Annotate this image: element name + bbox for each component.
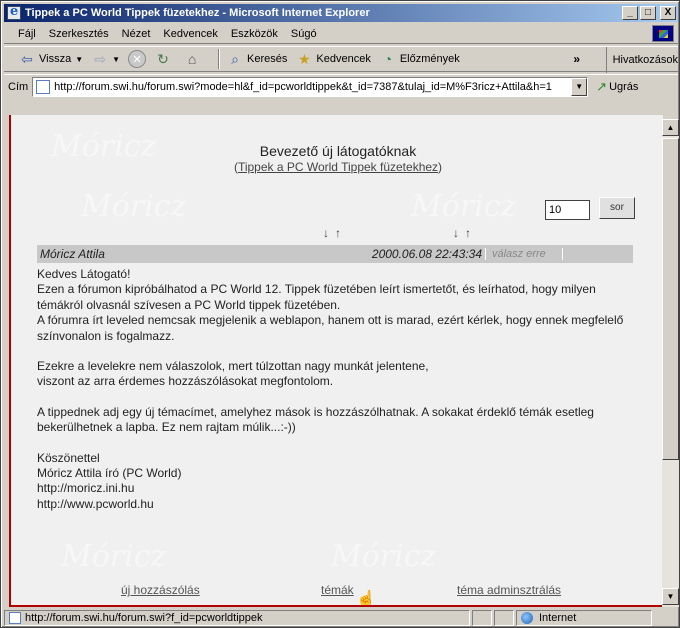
vertical-scrollbar[interactable]: ▲ ▼ <box>662 119 679 607</box>
reply-link[interactable]: válasz erre <box>485 248 563 260</box>
footer-links: új hozzászólás témák téma adminsztrálás <box>11 583 663 601</box>
post-paragraph: A tippednek adj egy új témacímet, amelyh… <box>37 404 594 435</box>
new-post-link[interactable]: új hozzászólás <box>121 583 200 597</box>
back-dropdown-icon[interactable]: ▼ <box>75 55 83 64</box>
windows-logo-icon <box>652 25 674 42</box>
back-arrow-icon: ⇦ <box>21 51 33 67</box>
page-viewport: Móricz Móricz Móricz Móricz Móricz Bevez… <box>9 115 663 607</box>
maximize-button[interactable]: □ <box>640 6 656 20</box>
forum-link[interactable]: Tippek a PC World Tippek füzetekhez <box>238 160 438 174</box>
post-date: 2000.06.08 22:43:34 <box>371 247 482 261</box>
favorites-label: Kedvencek <box>316 53 371 65</box>
close-button[interactable]: X <box>660 6 676 20</box>
address-dropdown-button[interactable]: ▼ <box>571 77 588 96</box>
status-url-pane: http://forum.swi.hu/forum.swi?f_id=pcwor… <box>4 610 470 626</box>
history-label: Előzmények <box>399 53 460 65</box>
post-paragraph: Kedves Látogató! <box>37 267 131 281</box>
scroll-down-button[interactable]: ▼ <box>662 588 679 605</box>
ie-logo-icon <box>7 4 21 20</box>
status-url: http://forum.swi.hu/forum.swi?f_id=pcwor… <box>25 612 263 624</box>
scroll-up-button[interactable]: ▲ <box>662 119 679 136</box>
menu-help[interactable]: Súgó <box>291 28 317 40</box>
signature-line: http://www.pcworld.hu <box>37 496 154 511</box>
post-paragraph: A fórumra írt leveled nemcsak megjelenik… <box>37 313 624 343</box>
browser-window: Tippek a PC World Tippek füzetekhez - Mi… <box>0 0 680 628</box>
menu-edit[interactable]: Szerkesztés <box>49 28 109 40</box>
forward-button[interactable]: ⇨ ▼ <box>91 50 120 68</box>
search-button[interactable]: ⌕ Keresés <box>226 50 287 68</box>
toolbar-separator <box>218 49 221 69</box>
signature-line: Köszönettel <box>37 450 100 465</box>
hand-cursor-icon: ☝ <box>356 591 376 607</box>
standard-toolbar: ⇦ Vissza ▼ ⇨ ▼ ✕ ↻ ⌂ ⌕ Keresés ★ Kedvenc… <box>4 46 678 73</box>
address-label: Cím <box>8 80 29 93</box>
title-bar[interactable]: Tippek a PC World Tippek füzetekhez - Mi… <box>4 4 678 22</box>
refresh-button[interactable]: ↻ <box>154 50 175 68</box>
home-icon: ⌂ <box>187 51 197 67</box>
go-label: Ugrás <box>609 80 639 93</box>
topics-link[interactable]: témák <box>321 583 354 597</box>
refresh-icon: ↻ <box>157 51 169 67</box>
post-paragraph: viszont az arra érdemes hozzászólásokat … <box>37 374 334 389</box>
rows-submit-button[interactable]: sor <box>599 197 635 219</box>
status-pane-empty <box>494 610 514 626</box>
status-pane-empty <box>472 610 492 626</box>
sort-arrows-date[interactable]: ↓↑ <box>323 226 347 240</box>
menu-view[interactable]: Nézet <box>122 28 151 40</box>
stop-icon: ✕ <box>128 50 147 68</box>
menu-file[interactable]: Fájl <box>18 28 36 40</box>
address-url: http://forum.swi.hu/forum.swi?mode=hl&f_… <box>54 80 552 93</box>
watermark: Móricz <box>61 539 167 574</box>
go-arrow-icon: ↗ <box>596 78 608 94</box>
favorites-star-icon: ★ <box>298 51 311 67</box>
watermark: Móricz <box>331 539 437 574</box>
forward-arrow-icon: ⇨ <box>94 51 106 67</box>
address-bar: Cím http://forum.swi.hu/forum.swi?mode=h… <box>4 74 678 98</box>
go-button[interactable]: ↗ Ugrás <box>596 79 638 95</box>
links-toolbar[interactable]: Hivatkozások <box>605 47 678 73</box>
menu-bar: Fájl Szerkesztés Nézet Kedvencek Eszközö… <box>4 24 678 44</box>
history-icon: ◔ <box>383 51 393 67</box>
security-zone-label: Internet <box>539 612 577 624</box>
post-header: Móricz Attila 2000.06.08 22:43:34 válasz… <box>37 245 633 263</box>
post-paragraph: Ezen a fórumon kipróbálhatod a PC World … <box>37 282 596 312</box>
links-label: Hivatkozások <box>612 54 678 66</box>
scroll-thumb[interactable] <box>662 138 679 460</box>
sort-arrows-author[interactable]: ↓↑ <box>453 226 477 240</box>
history-button[interactable]: ◔ Előzmények <box>379 50 460 68</box>
favorites-button[interactable]: ★ Kedvencek <box>295 50 371 68</box>
rows-count-input[interactable]: 10 <box>545 200 590 220</box>
toolbar-overflow-chevron[interactable]: » <box>573 52 580 66</box>
search-icon: ⌕ <box>231 51 239 67</box>
page-subtitle: (Tippek a PC World Tippek füzetekhez) <box>233 160 443 174</box>
watermark: Móricz <box>81 189 187 224</box>
back-label: Vissza <box>39 53 72 65</box>
signature-line: Móricz Attila író (PC World) <box>37 466 182 481</box>
search-label: Keresés <box>247 53 288 65</box>
menu-tools[interactable]: Eszközök <box>231 28 278 40</box>
internet-globe-icon <box>521 612 533 624</box>
topic-admin-link[interactable]: téma adminsztrálás <box>457 583 561 597</box>
home-button[interactable]: ⌂ <box>183 50 204 68</box>
status-bar: http://forum.swi.hu/forum.swi?f_id=pcwor… <box>4 609 678 627</box>
minimize-button[interactable]: _ <box>622 6 638 20</box>
post-paragraph: Ezekre a levelekre nem válaszolok, mert … <box>37 359 429 374</box>
security-zone-pane: Internet <box>516 610 652 626</box>
post-author: Móricz Attila <box>40 247 105 261</box>
page-icon <box>36 79 51 94</box>
post-body: Kedves Látogató! Ezen a fórumon kipróbál… <box>37 267 641 512</box>
signature-line: http://moricz.ini.hu <box>37 481 135 496</box>
address-input[interactable]: http://forum.swi.hu/forum.swi?mode=hl&f_… <box>32 76 589 97</box>
back-button[interactable]: ⇦ Vissza ▼ <box>18 50 83 68</box>
forward-dropdown-icon[interactable]: ▼ <box>112 55 120 64</box>
stop-button[interactable]: ✕ <box>128 50 147 68</box>
page-icon <box>9 612 21 624</box>
window-title: Tippek a PC World Tippek füzetekhez - Mi… <box>25 7 370 19</box>
page-title: Bevezető új látogatóknak <box>259 143 417 159</box>
menu-favorites[interactable]: Kedvencek <box>163 28 217 40</box>
watermark: Móricz <box>411 189 517 224</box>
